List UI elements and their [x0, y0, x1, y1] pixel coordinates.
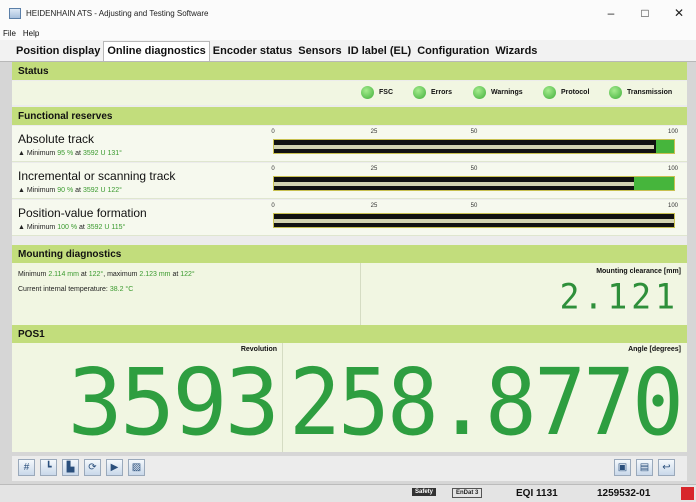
- tick-label: 0: [271, 203, 275, 209]
- mounting-minmax: Minimum 2.114 mm at 122°, maximum 2.123 …: [18, 271, 195, 278]
- tab-position-display[interactable]: Position display: [13, 45, 103, 61]
- pos1-area: Revolution 3593 Angle [degrees] 258.8770: [12, 343, 687, 452]
- tick-label: 100: [667, 166, 679, 172]
- tab-bar: Position display Online diagnostics Enco…: [0, 40, 696, 62]
- status-led-icon: [609, 86, 622, 99]
- reserves-header: Functional reserves: [12, 107, 687, 125]
- tick-label: 25: [370, 166, 378, 172]
- status-header: Status: [12, 62, 687, 80]
- axis-icon[interactable]: ┗: [40, 459, 57, 476]
- reserve-minimum: ▲ Minimum 90 % at 3592 U 122°: [18, 187, 122, 194]
- reserve-scale: 0 25 50 100: [271, 163, 679, 199]
- status-led-icon: [543, 86, 556, 99]
- reserve-minimum: ▲ Minimum 95 % at 3592 U 131°: [18, 150, 122, 157]
- safety-badge: Safety: [412, 488, 437, 496]
- status-label: FSC: [379, 89, 393, 96]
- reserve-bar-fill: [274, 182, 634, 186]
- menu-help[interactable]: Help: [23, 29, 39, 38]
- status-fsc: FSC: [361, 86, 393, 99]
- reserve-bar-fill: [274, 219, 674, 223]
- reserve-bar: [273, 176, 675, 191]
- bottom-toolbar: # ┗ ▙ ⟳ ▶ ▨ ▣ ▤ ↩: [12, 456, 687, 481]
- status-transmission: Transmission: [609, 86, 672, 99]
- tick-label: 100: [667, 129, 679, 135]
- reserve-bar-fill: [274, 145, 654, 149]
- tab-encoder-status[interactable]: Encoder status: [210, 45, 295, 61]
- reserve-bar: [273, 139, 675, 154]
- revolution-value: 3593: [67, 349, 280, 456]
- reserve-row-position-value: Position-value formation ▲ Minimum 100 %…: [12, 200, 687, 236]
- tick-label: 50: [470, 129, 478, 135]
- tick-label: 50: [470, 166, 478, 172]
- minimize-button[interactable]: –: [594, 0, 628, 26]
- diagnostics-panel: Status FSC Errors Warnings Protocol Tran…: [12, 62, 687, 452]
- reserve-scale: 0 25 50 100: [271, 126, 679, 162]
- status-led-icon: [473, 86, 486, 99]
- tab-wizards[interactable]: Wizards: [492, 45, 540, 61]
- save-icon[interactable]: ▤: [636, 459, 653, 476]
- reserve-bar: [273, 213, 675, 228]
- window-controls: – □ ✕: [594, 0, 696, 26]
- pos1-header: POS1: [12, 325, 687, 343]
- reserve-row-absolute: Absolute track ▲ Minimum 95 % at 3592 U …: [12, 126, 687, 162]
- reserve-scale: 0 25 50 100: [271, 200, 679, 236]
- reserve-minimum: ▲ Minimum 100 % at 3592 U 115°: [18, 224, 126, 231]
- mounting-temperature: Current internal temperature: 38.2 °C: [18, 286, 134, 293]
- status-protocol: Protocol: [543, 86, 589, 99]
- tick-label: 100: [667, 203, 679, 209]
- status-bar: Safety EnDat 3 EQI 1131 1259532-01: [0, 484, 696, 502]
- tick-label: 50: [470, 203, 478, 209]
- endat-badge: EnDat 3: [452, 488, 483, 498]
- tick-label: 0: [271, 166, 275, 172]
- window-title: HEIDENHAIN ATS - Adjusting and Testing S…: [26, 8, 209, 18]
- status-led-icon: [413, 86, 426, 99]
- tick-label: 0: [271, 129, 275, 135]
- graph-icon[interactable]: ▨: [128, 459, 145, 476]
- menu-bar: File Help: [0, 26, 696, 40]
- title-bar: HEIDENHAIN ATS - Adjusting and Testing S…: [0, 0, 696, 26]
- reserve-name: Incremental or scanning track: [18, 169, 176, 183]
- status-label: Warnings: [491, 89, 523, 96]
- app-icon: [9, 7, 21, 19]
- device-name: EQI 1131: [516, 488, 558, 499]
- tab-sensors[interactable]: Sensors: [295, 45, 344, 61]
- mounting-header: Mounting diagnostics: [12, 245, 687, 263]
- reserve-name: Position-value formation: [18, 206, 147, 220]
- serial-number: 1259532-01: [597, 488, 651, 499]
- tick-label: 25: [370, 203, 378, 209]
- screenshot-icon[interactable]: ▣: [614, 459, 631, 476]
- export-icon[interactable]: ▶: [106, 459, 123, 476]
- angle-value: 258.8770: [288, 349, 684, 456]
- chart-icon[interactable]: ▙: [62, 459, 79, 476]
- reserve-bar-marker: [634, 177, 674, 190]
- refresh-icon[interactable]: ⟳: [84, 459, 101, 476]
- status-led-icon: [361, 86, 374, 99]
- mounting-clearance-label: Mounting clearance [mm]: [596, 268, 681, 275]
- tick-label: 25: [370, 129, 378, 135]
- status-label: Errors: [431, 89, 453, 96]
- reserve-row-incremental: Incremental or scanning track ▲ Minimum …: [12, 163, 687, 199]
- tab-configuration[interactable]: Configuration: [414, 45, 492, 61]
- reserve-bar-marker: [656, 140, 674, 153]
- maximize-button[interactable]: □: [628, 0, 662, 26]
- grid-icon[interactable]: #: [18, 459, 35, 476]
- mounting-area: Minimum 2.114 mm at 122°, maximum 2.123 …: [12, 263, 687, 326]
- reserve-name: Absolute track: [18, 132, 95, 146]
- status-warnings: Warnings: [473, 86, 523, 99]
- mounting-divider: [360, 263, 361, 326]
- tab-online-diagnostics[interactable]: Online diagnostics: [103, 41, 210, 61]
- mounting-clearance-value: 2.121: [559, 276, 679, 317]
- status-label: Protocol: [561, 89, 590, 96]
- status-errors: Errors: [413, 86, 452, 99]
- close-button[interactable]: ✕: [662, 0, 696, 26]
- tab-id-label[interactable]: ID label (EL): [345, 45, 415, 61]
- status-label: Transmission: [627, 89, 673, 96]
- power-icon[interactable]: [681, 487, 694, 500]
- menu-file[interactable]: File: [3, 29, 16, 38]
- exit-icon[interactable]: ↩: [658, 459, 675, 476]
- status-row: FSC Errors Warnings Protocol Transmissio…: [12, 81, 687, 105]
- pos1-divider: [282, 343, 283, 452]
